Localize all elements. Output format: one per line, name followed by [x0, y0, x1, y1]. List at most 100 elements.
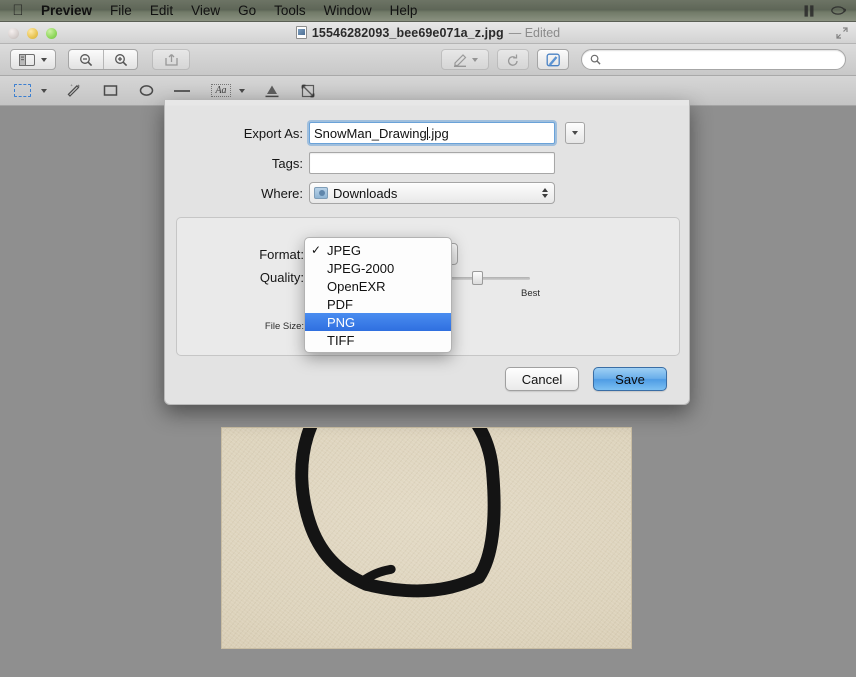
main-toolbar: [0, 44, 856, 76]
menu-item-go[interactable]: Go: [229, 0, 265, 22]
text-tool[interactable]: Aa: [208, 79, 234, 103]
menu-option-jpeg[interactable]: ✓ JPEG: [305, 241, 451, 259]
save-button[interactable]: Save: [593, 367, 667, 391]
chevron-down-icon: [572, 131, 578, 135]
menu-item-tools[interactable]: Tools: [265, 0, 315, 22]
zoom-window-button[interactable]: [46, 28, 57, 39]
export-as-extension: .jpg: [427, 125, 449, 141]
rectangle-icon: [103, 85, 117, 96]
where-row: Where: Downloads: [165, 182, 691, 204]
menu-item-preview[interactable]: Preview: [32, 0, 101, 22]
share-icon: [164, 53, 178, 66]
menu-option-label: JPEG: [327, 242, 361, 258]
crop-tool[interactable]: [294, 79, 322, 103]
sidebar-icon: [19, 53, 35, 66]
markup-toggle-icon: [546, 53, 560, 66]
selection-marquee-icon: [13, 84, 31, 97]
expand-save-panel-button[interactable]: [565, 122, 585, 144]
menu-option-tiff[interactable]: TIFF: [305, 331, 451, 349]
quality-slider-knob[interactable]: [472, 270, 483, 285]
oval-icon: [139, 85, 153, 96]
tags-label: Tags:: [271, 155, 303, 171]
menu-option-label: OpenEXR: [327, 278, 386, 294]
line-shape-tool[interactable]: [168, 79, 196, 103]
popup-arrows-icon: [542, 188, 550, 198]
format-dropdown-menu: ✓ JPEG JPEG-2000 OpenEXR PDF PNG TIFF: [304, 237, 452, 353]
snowman-ink-drawing: [295, 428, 501, 598]
menu-bar-extras: [800, 0, 848, 22]
rotate-left-icon: [507, 54, 518, 66]
export-as-row: Export As: SnowMan_Drawing .jpg: [165, 122, 691, 144]
menu-item-view[interactable]: View: [182, 0, 229, 22]
menu-item-help[interactable]: Help: [381, 0, 427, 22]
export-as-input[interactable]: SnowMan_Drawing .jpg: [309, 122, 555, 144]
selection-tool-options[interactable]: [36, 79, 52, 103]
minimize-window-button[interactable]: [27, 28, 38, 39]
downloads-folder-icon: [314, 187, 328, 199]
menu-item-edit[interactable]: Edit: [141, 0, 182, 22]
zoom-in-icon: [114, 53, 127, 66]
window-title-group: 15546282093_bee69e071a_z.jpg — Edited: [295, 25, 561, 40]
jpeg-document-icon: [295, 26, 307, 39]
search-icon: [590, 54, 601, 65]
menu-option-label: TIFF: [327, 332, 355, 348]
menu-option-label: JPEG-2000: [327, 260, 395, 276]
window-traffic-lights: [8, 28, 57, 39]
quality-label: Quality:: [259, 270, 304, 285]
tags-input[interactable]: [309, 152, 555, 174]
menu-bar:  Preview File Edit View Go Tools Window…: [0, 0, 856, 22]
highlighter-icon: [453, 53, 466, 67]
sidebar-toggle-button[interactable]: [10, 49, 56, 70]
close-window-button[interactable]: [8, 28, 19, 39]
file-size-label: File Size:: [264, 321, 304, 332]
chevron-down-icon: [471, 57, 478, 62]
menu-option-openexr[interactable]: OpenEXR: [305, 277, 451, 295]
zoom-out-button[interactable]: [69, 50, 103, 69]
crop-icon: [301, 84, 315, 97]
menu-item-file[interactable]: File: [101, 0, 141, 22]
where-popup-button[interactable]: Downloads: [309, 182, 555, 204]
where-value: Downloads: [333, 185, 398, 201]
search-field[interactable]: [581, 49, 846, 70]
pause-icon[interactable]: [800, 2, 818, 20]
text-tool-options[interactable]: [234, 79, 250, 103]
tags-row: Tags:: [165, 152, 691, 174]
signature-tool[interactable]: [258, 79, 286, 103]
snowman-drawing-photo[interactable]: [221, 427, 632, 649]
oval-shape-tool[interactable]: [132, 79, 160, 103]
cancel-button[interactable]: Cancel: [505, 367, 579, 391]
zoom-segmented-control[interactable]: [68, 49, 138, 70]
menu-item-window[interactable]: Window: [315, 0, 381, 22]
coffee-cup-icon[interactable]: [830, 2, 848, 20]
window-title: 15546282093_bee69e071a_z.jpg: [311, 25, 504, 40]
menu-option-jpeg-2000[interactable]: JPEG-2000: [305, 259, 451, 277]
highlighter-button[interactable]: [441, 49, 489, 70]
signature-icon: [265, 85, 279, 97]
export-as-value: SnowMan_Drawing: [314, 125, 427, 141]
share-button[interactable]: [152, 49, 190, 70]
apple-icon[interactable]: : [8, 3, 28, 18]
instant-alpha-tool[interactable]: [60, 79, 88, 103]
menu-option-label: PDF: [327, 296, 353, 312]
sheet-actions: Cancel Save: [505, 367, 667, 391]
text-tool-label: Aa: [211, 84, 231, 97]
chevron-down-icon: [41, 57, 47, 62]
export-as-label: Export As:: [243, 125, 303, 141]
chevron-down-icon: [41, 88, 47, 93]
rectangular-selection-tool[interactable]: [8, 79, 36, 103]
menu-option-png[interactable]: PNG: [305, 313, 451, 331]
screen:  Preview File Edit View Go Tools Window…: [0, 0, 856, 677]
format-label: Format:: [259, 246, 304, 262]
rectangle-shape-tool[interactable]: [96, 79, 124, 103]
window-titlebar[interactable]: 15546282093_bee69e071a_z.jpg — Edited: [0, 22, 856, 44]
menu-option-pdf[interactable]: PDF: [305, 295, 451, 313]
markup-toggle-button[interactable]: [537, 49, 569, 70]
line-icon: [174, 89, 190, 92]
rotate-left-button[interactable]: [497, 49, 529, 70]
window-edited-badge: — Edited: [508, 25, 561, 40]
zoom-out-icon: [80, 53, 93, 66]
enter-fullscreen-button[interactable]: [836, 27, 848, 39]
zoom-in-button[interactable]: [103, 50, 137, 69]
magic-wand-icon: [67, 84, 80, 97]
where-label: Where:: [261, 185, 303, 201]
